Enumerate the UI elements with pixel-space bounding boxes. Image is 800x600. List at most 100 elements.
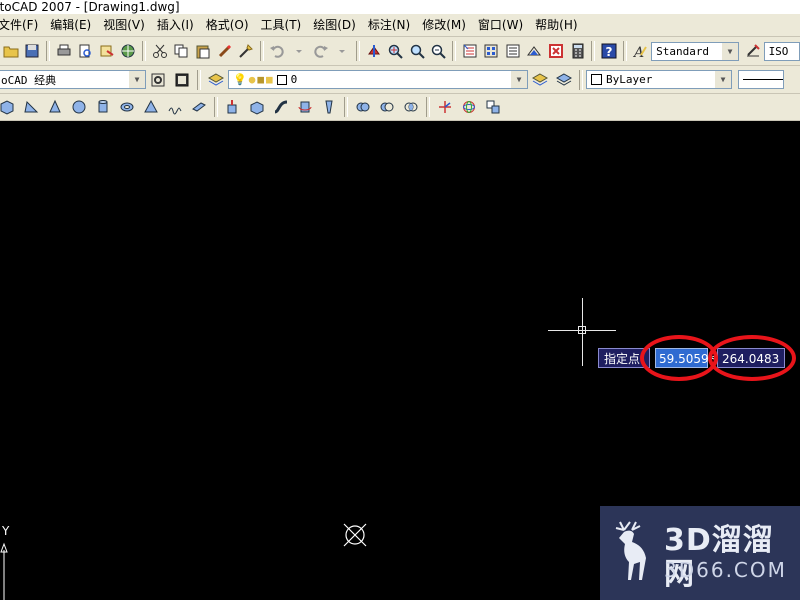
zoom-previous-icon[interactable] [429,40,449,62]
chevron-down-icon: ▼ [715,71,731,88]
print-icon[interactable] [54,40,74,62]
highlight-circle-y [708,335,796,381]
help-icon[interactable]: ? [599,40,619,62]
modeling-toolbar [0,94,800,121]
pan-realtime-icon[interactable] [364,40,384,62]
workspace-value: oCAD 经典 [1,73,57,87]
cylinder-icon[interactable] [92,96,114,118]
toolbar-separator [452,41,456,61]
workspace-layer-toolbar: oCAD 经典 ▼ 💡 ● ■ ■ 0 ▼ ByLayer ▼ [0,66,800,94]
toolbar-separator [142,41,147,61]
toolbar-separator [46,41,50,61]
workspace-select[interactable]: oCAD 经典 ▼ [0,70,146,89]
design-center-icon[interactable] [481,40,501,62]
menu-format[interactable]: 格式(O) [200,14,255,36]
subtract-icon[interactable] [376,96,398,118]
layer-previous-icon[interactable] [553,69,575,91]
layer-properties-icon[interactable] [205,69,227,91]
menu-file[interactable]: 文件(F) [0,14,44,36]
toolbar-separator [344,97,348,117]
paste-icon[interactable] [193,40,213,62]
toolbar-separator [622,41,627,61]
chevron-down-icon: ▼ [511,71,527,88]
sheet-set-manager-icon[interactable] [525,40,545,62]
menu-window[interactable]: 窗口(W) [472,14,529,36]
toolbar-separator [579,69,583,90]
layer-freeze-icon: ● [248,73,256,86]
linetype-select[interactable] [738,70,784,89]
zoom-realtime-icon[interactable] [385,40,405,62]
presspull-icon[interactable] [246,96,268,118]
3d-rotate-icon[interactable] [458,96,480,118]
publish-icon[interactable] [97,40,117,62]
pyramid-icon[interactable] [140,96,162,118]
dimension-style-icon[interactable] [743,40,763,62]
watermark-url: 3D66.COM [664,558,787,582]
text-style-value: Standard [656,44,710,58]
menu-view[interactable]: 视图(V) [97,14,151,36]
ucs-y-axis-label: Y [2,524,10,538]
extrude-icon[interactable] [222,96,244,118]
undo-dropdown-icon[interactable] [289,40,309,62]
redo-dropdown-icon[interactable] [332,40,352,62]
undo-icon[interactable] [268,40,288,62]
text-style-select[interactable]: Standard ▼ [651,41,739,61]
toolbar-separator [214,97,218,117]
print-preview-icon[interactable] [76,40,96,62]
redo-icon[interactable] [311,40,331,62]
layer-plot-icon: ■ [265,73,273,86]
open-icon[interactable] [1,40,21,62]
cross-marker-icon [343,523,367,547]
3d-move-icon[interactable] [434,96,456,118]
plot-icon[interactable] [119,40,139,62]
deer-logo-icon [615,521,646,580]
quickcalc-icon[interactable] [568,40,588,62]
copy-icon[interactable] [172,40,192,62]
standard-toolbar: ? A Standard ▼ ISO [0,37,800,66]
menu-edit[interactable]: 编辑(E) [44,14,97,36]
sweep-icon[interactable] [270,96,292,118]
sphere-icon[interactable] [68,96,90,118]
union-icon[interactable] [352,96,374,118]
menu-insert[interactable]: 插入(I) [151,14,200,36]
linetype-preview [743,79,783,80]
toolbar-separator [356,41,360,61]
menu-draw[interactable]: 绘图(D) [307,14,362,36]
window-title: utoCAD 2007 - [Drawing1.dwg] [0,0,180,14]
save-icon[interactable] [23,40,43,62]
box-icon[interactable] [0,96,18,118]
window-title-bar: utoCAD 2007 - [Drawing1.dwg] [0,0,800,14]
properties-icon[interactable] [460,40,480,62]
helix-icon[interactable] [164,96,186,118]
revolve-icon[interactable] [294,96,316,118]
dimension-style-value: ISO [768,44,789,58]
torus-icon[interactable] [116,96,138,118]
block-editor-icon[interactable] [236,40,256,62]
zoom-window-icon[interactable] [407,40,427,62]
layer-lock-icon: ■ [257,73,264,86]
color-select[interactable]: ByLayer ▼ [586,70,732,89]
text-style-icon[interactable]: A [631,40,651,62]
cone-icon[interactable] [44,96,66,118]
tool-palettes-icon[interactable] [503,40,523,62]
3d-align-icon[interactable] [482,96,504,118]
chevron-down-icon: ▼ [129,71,145,88]
menu-tools[interactable]: 工具(T) [255,14,308,36]
dimension-style-select[interactable]: ISO [763,41,800,61]
workspace-settings-icon[interactable] [147,69,169,91]
match-properties-icon[interactable] [215,40,235,62]
loft-icon[interactable] [318,96,340,118]
menu-dimension[interactable]: 标注(N) [362,14,416,36]
menu-modify[interactable]: 修改(M) [416,14,472,36]
make-object-layer-current-icon[interactable] [529,69,551,91]
cut-icon[interactable] [150,40,170,62]
menu-help[interactable]: 帮助(H) [529,14,583,36]
wedge-icon[interactable] [20,96,42,118]
intersect-icon[interactable] [400,96,422,118]
markup-set-manager-icon[interactable] [546,40,566,62]
my-workspace-icon[interactable] [171,69,193,91]
crosshair-pickbox [578,326,586,334]
layer-select[interactable]: 💡 ● ■ ■ 0 ▼ [228,70,528,89]
color-value: ByLayer [606,73,653,86]
planar-surface-icon[interactable] [188,96,210,118]
